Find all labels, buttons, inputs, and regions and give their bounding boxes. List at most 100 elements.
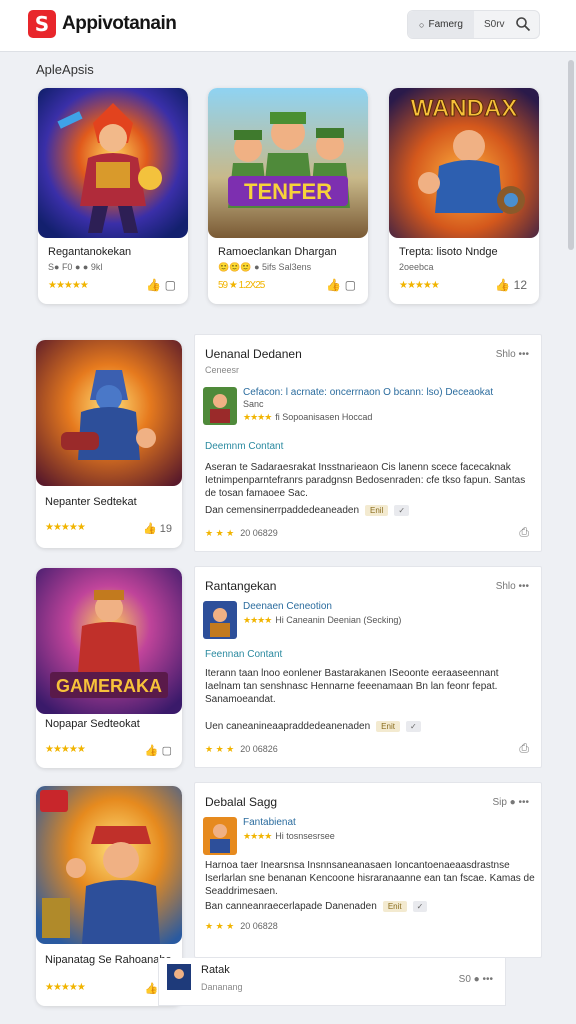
rating-stars: ★★★★★ [45,982,86,993]
more-menu-icon[interactable]: Sip ● ••• [492,797,529,808]
tag-row: Uen caneanineaapraddedeanenaden Enit ✓ [205,721,421,732]
rating-stars: ★★★★★ [45,744,86,755]
more-menu-icon[interactable]: S0 ● ••• [459,974,493,985]
tag-row: Dan cemensinerrpaddedeaneaden Enil ✓ [205,505,410,516]
description-text: Aseran te Sadaraesrakat Insstnarieaon Ci… [205,462,526,499]
app-title: Appivotanain [62,13,177,34]
detail-panel-2: Rantangekan Shlo ••• Deenaen Ceneotion ★… [194,566,542,768]
app-name: Nepanter Sedtekat [45,496,137,508]
detail-panel-1: Uenanal Dedanen Shlo ••• Ceneesr Cefacon… [194,334,542,552]
art-logo-text: GAMERAKA [56,676,162,696]
more-menu-icon[interactable]: Shlo ••• [496,581,529,592]
app-sub: 2oeebca [399,262,434,272]
section-heading: Deemnm Contant [205,441,284,452]
mini-sub: Dananang [201,982,243,992]
tag-badge[interactable]: Enil [365,505,389,516]
logo-glyph: S [34,12,50,36]
tag-badge[interactable]: Enit [376,721,400,732]
filter-button[interactable]: ○ Famerg [408,11,474,38]
app-name: Regantanokekan [48,246,132,258]
app-logo[interactable]: S [28,10,56,38]
app-sub: S● F0 ● ● 9kl [48,262,103,272]
panel-subtitle: Ceneesr [205,365,240,375]
rating-stars: ★★★★ [243,615,272,625]
tag-label: Uen caneanineaapraddedeanenaden [205,721,371,732]
detail-panel-3: Debalal Sagg Sip ● ••• Fantabienat ★★★★ H… [194,782,542,958]
app-thumbnail[interactable] [203,387,237,425]
tag-label: Ban canneanraecerlapade Danenaden [205,901,377,912]
feed-row-1: Nepanter Sedtekat ★★★★★ 👍 19 Uenanal Ded… [36,334,542,552]
tag-row: Ban canneanraecerlapade Danenaden Enit ✓ [205,901,428,912]
app-name: Ramoeclankan Dhargan [218,246,337,258]
panel-title: Rantangekan [205,579,277,593]
check-badge[interactable]: ✓ [394,505,410,516]
panel-footer: ★ ★ ★ 20 06828 [205,921,278,932]
like-icon[interactable]: 👍 ▢ [146,278,176,292]
rating-stars: ★★★★★ [48,280,89,291]
app-rating-line: ★★★★ Hi tosnsesrsee [243,831,335,842]
panel-title: Uenanal Dedanen [205,347,302,361]
share-icon[interactable]: ⎙ [519,741,529,756]
app-link[interactable]: Cefacon: l acrnate: oncerrnaon O bcann: … [243,387,493,398]
rating-stars: ★★★★ [243,831,272,841]
share-icon[interactable]: ⎙ [519,525,529,540]
tag-badge[interactable]: Enit [382,901,407,912]
footer-text: 20 06826 [240,744,278,754]
app-link[interactable]: Deenaen Ceneotion [243,601,332,612]
app-link[interactable]: Fantabienat [243,817,296,828]
filter-label: Famerg [428,19,463,30]
panel-footer: ★ ★ ★ 20 06826 [205,744,278,755]
tag-label: Dan cemensinerrpaddedeaneaden [205,505,360,516]
check-badge[interactable]: ✓ [405,721,421,732]
game-art-knight [36,340,182,486]
filter-icon: ○ [419,19,425,30]
like-icon[interactable]: 👍 ▢ [326,278,356,292]
rating-stars: ★★★★★ [399,280,440,291]
app-rating-line: ★★★★ Hi Caneanin Deenian (Secking) [243,615,401,626]
app-card-row1[interactable]: Nepanter Sedtekat ★★★★★ 👍 19 [36,340,182,548]
rating-text: fi Sopoanisasen Hoccad [275,412,373,422]
footer-stars: ★ ★ ★ [205,744,235,754]
app-name: Nopapar Sedteokat [45,718,140,730]
description-text: Harnoa taer Inearsnsa Insnnsaneanasaen I… [205,860,535,897]
app-thumbnail[interactable] [203,817,237,855]
game-art-hero [38,88,188,238]
section-heading: Feennan Contant [205,649,283,660]
rating-text: Hi tosnsesrsee [275,831,335,841]
app-card-1[interactable]: Regantanokekan S● F0 ● ● 9kl ★★★★★ 👍 ▢ [38,88,188,304]
feed-row-2: GAMERAKA Nopapar Sedteokat ★★★★★ 👍 ▢ Ran… [36,566,542,768]
app-card-2[interactable]: TENFER Ramoeclankan Dhargan 🙂🙂🙂 ● 5ifs S… [208,88,368,304]
like-icon[interactable]: 👍 19 [143,522,172,535]
game-art-brawler: WANDAX [389,88,539,238]
rating-text: Hi Caneanin Deenian (Secking) [275,615,402,625]
panel-title: Debalal Sagg [205,795,278,809]
mini-panel[interactable]: Ratak Dananang S0 ● ••• [158,958,506,1006]
app-meta: Sanc [243,399,264,409]
footer-text: 20 06828 [240,921,278,931]
rating-stars: ★★★★ [243,412,272,422]
app-card-row2[interactable]: GAMERAKA Nopapar Sedteokat ★★★★★ 👍 ▢ [36,568,182,768]
app-card-3[interactable]: WANDAX Trepta: lisoto Nndge 2oeebca ★★★★… [389,88,539,304]
search-icon[interactable] [515,16,531,32]
footer-stars: ★ ★ ★ [205,921,235,931]
rating-stars: 59 ★ 1.2X25 [218,280,265,291]
art-logo-text: WANDAX [411,95,518,122]
footer-text: 20 06829 [240,528,278,538]
like-icon[interactable]: 👍 12 [495,278,527,292]
scrollbar[interactable] [568,60,574,250]
like-icon[interactable]: 👍 ▢ [145,744,172,757]
game-art-captain [36,786,182,944]
more-menu-icon[interactable]: Shlo ••• [496,349,529,360]
game-art-warrior: GAMERAKA [36,568,182,714]
app-thumbnail[interactable] [203,601,237,639]
header-count: S0rv [484,19,505,30]
art-logo-text: TENFER [244,179,332,204]
check-badge[interactable]: ✓ [412,901,428,912]
app-name: Nipanatag Se Rahoanahe [45,954,172,966]
rating-stars: ★★★★★ [45,522,86,533]
game-art-soldiers: TENFER [208,88,368,238]
app-sub: 🙂🙂🙂 ● 5ifs Sal3ens [218,262,312,272]
mini-title: Ratak [201,964,230,976]
section-title: ApleApsis [36,62,94,77]
app-name: Trepta: lisoto Nndge [399,246,498,258]
